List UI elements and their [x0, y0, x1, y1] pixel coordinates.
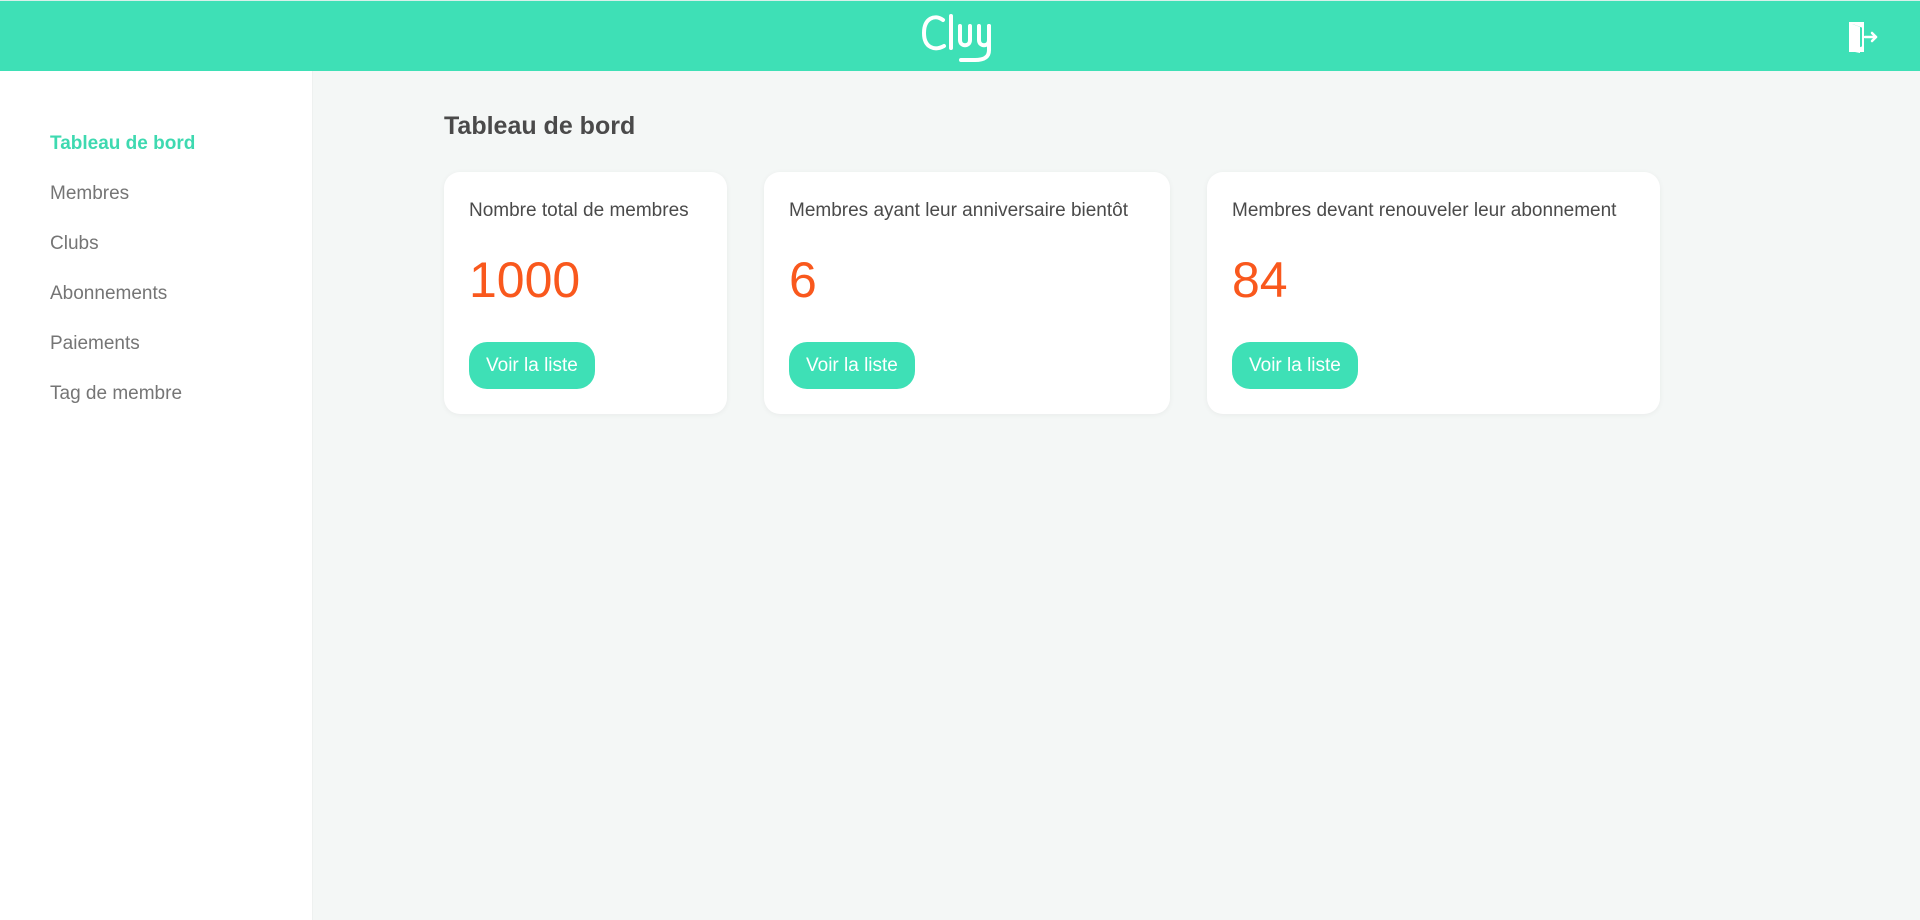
card-upcoming-birthdays: Membres ayant leur anniversaire bientôt … — [764, 172, 1170, 414]
sidebar-item-clubs[interactable]: Clubs — [0, 219, 312, 269]
logout-door-icon[interactable] — [1846, 19, 1882, 55]
view-list-button[interactable]: Voir la liste — [789, 342, 915, 389]
card-title: Membres ayant leur anniversaire bientôt — [789, 200, 1129, 221]
card-title: Membres devant renouveler leur abonnemen… — [1232, 200, 1617, 221]
card-value: 6 — [789, 252, 817, 308]
card-value: 84 — [1232, 252, 1288, 308]
sidebar-item-paiements[interactable]: Paiements — [0, 319, 312, 369]
card-value: 1000 — [469, 252, 581, 308]
clug-logo[interactable] — [919, 10, 1003, 64]
main-content: Tableau de bord Nombre total de membres … — [313, 71, 1920, 920]
sidebar-nav: Tableau de bord Membres Clubs Abonnement… — [0, 71, 312, 419]
sidebar-item-abonnements[interactable]: Abonnements — [0, 269, 312, 319]
sidebar-item-tableau-de-bord[interactable]: Tableau de bord — [0, 119, 312, 169]
top-bar — [0, 0, 1920, 71]
card-renewals-due: Membres devant renouveler leur abonnemen… — [1207, 172, 1660, 414]
sidebar: Tableau de bord Membres Clubs Abonnement… — [0, 71, 313, 920]
view-list-button[interactable]: Voir la liste — [1232, 342, 1358, 389]
page-title: Tableau de bord — [444, 112, 636, 140]
sidebar-item-tag-de-membre[interactable]: Tag de membre — [0, 369, 312, 419]
card-total-members: Nombre total de membres 1000 Voir la lis… — [444, 172, 727, 414]
view-list-button[interactable]: Voir la liste — [469, 342, 595, 389]
card-title: Nombre total de membres — [469, 200, 689, 221]
sidebar-item-membres[interactable]: Membres — [0, 169, 312, 219]
